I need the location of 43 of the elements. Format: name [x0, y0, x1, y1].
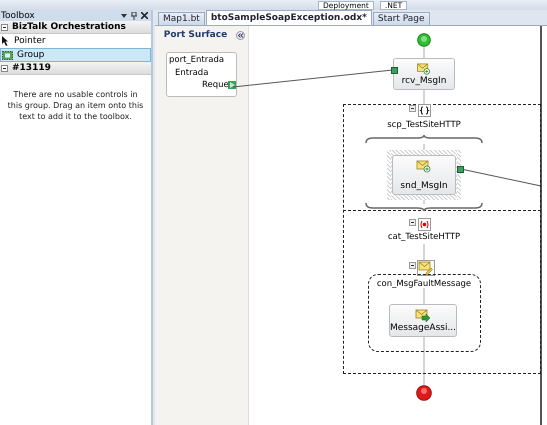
- panel-title: Toolbox: [1, 10, 36, 20]
- send-icon: [416, 160, 432, 174]
- port-connector-icon: [391, 67, 398, 74]
- pin-icon[interactable]: [131, 12, 137, 20]
- port-name: port_Entrada: [169, 55, 224, 65]
- close-icon[interactable]: [141, 12, 148, 19]
- shape-node[interactable]: snd_MsgIn: [392, 155, 456, 195]
- construct-icon: [417, 260, 435, 276]
- scope-label: scp_TestSiteHTTP: [387, 120, 461, 130]
- toolbox-item[interactable]: Pointer: [0, 34, 151, 48]
- group-icon: [2, 50, 13, 60]
- port-connector-icon: [228, 81, 236, 89]
- group-header[interactable]: #13119: [12, 63, 51, 73]
- panel-title: Port Surface: [162, 30, 228, 40]
- catch-icon: [418, 218, 431, 231]
- port-connector-icon: [457, 166, 464, 173]
- collapse-icon[interactable]: [1, 64, 8, 72]
- brace-icon: [365, 202, 483, 211]
- operation-name: Entrada: [175, 68, 208, 78]
- toolbox-item[interactable]: Group: [0, 48, 151, 62]
- assign-icon: [415, 309, 431, 323]
- document-tab[interactable]: btoSampleSoapException.odx*: [206, 10, 372, 25]
- shape-node[interactable]: MessageAssi...: [389, 304, 457, 337]
- scope-icon: [418, 104, 431, 117]
- collapse-icon[interactable]: [409, 219, 416, 226]
- shape-node[interactable]: rcv_MsgIn: [393, 58, 455, 90]
- catch-label: cat_TestSiteHTTP: [388, 232, 460, 242]
- collapse-icon[interactable]: [409, 262, 416, 269]
- document-tab[interactable]: Map1.bt: [158, 12, 205, 25]
- start-shape[interactable]: [417, 33, 431, 47]
- collapse-icon[interactable]: [1, 24, 8, 30]
- brace-icon: [365, 135, 483, 144]
- construct-label: con_MsgFaultMessage: [376, 279, 472, 289]
- dropdown-icon[interactable]: [121, 14, 127, 18]
- empty-group-message: There are no usable controls in this group. Drag an item onto this text to add it to the toolbox.: [6, 89, 144, 123]
- pointer-icon: [2, 36, 10, 46]
- receive-icon: [416, 63, 432, 76]
- collapse-icon[interactable]: [236, 30, 245, 40]
- port-shape[interactable]: port_Entrada Entrada Reque: [166, 52, 237, 97]
- message-name: Reque: [202, 80, 229, 90]
- end-shape[interactable]: [416, 385, 432, 401]
- document-tab[interactable]: Start Page: [372, 12, 430, 25]
- collapse-icon[interactable]: [409, 105, 416, 112]
